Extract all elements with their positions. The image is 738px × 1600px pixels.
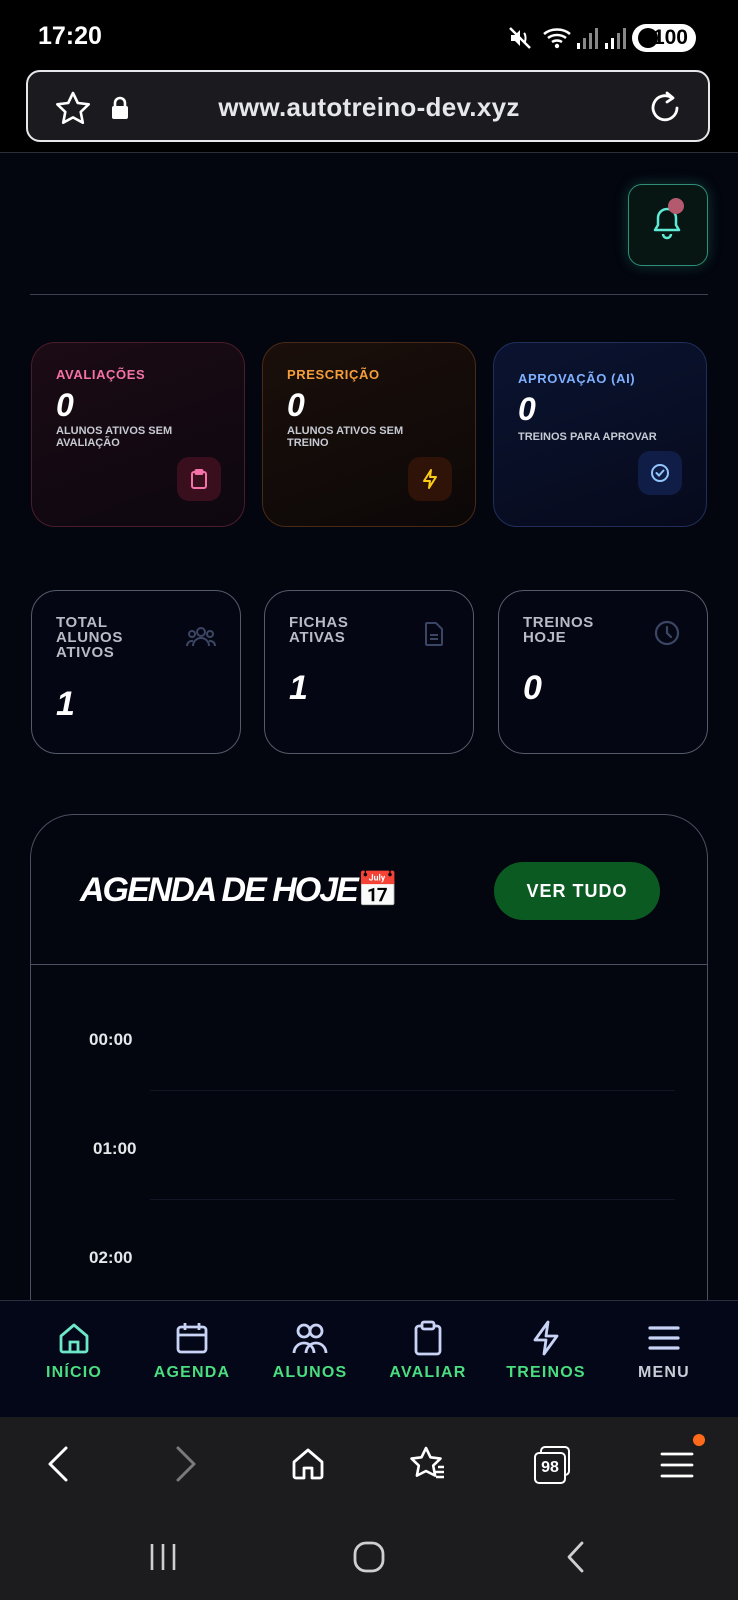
document-icon (423, 621, 445, 652)
tabs-count: 98 (534, 1452, 566, 1484)
stat-value: 1 (289, 669, 308, 707)
notification-badge (668, 198, 684, 214)
calendar-icon (176, 1323, 208, 1354)
card-value: 0 (518, 391, 536, 427)
back-icon[interactable] (44, 1444, 74, 1489)
clipboard-icon (414, 1320, 442, 1356)
back-system-icon[interactable] (564, 1540, 588, 1579)
stat-label: TOTAL ALUNOS ATIVOS (56, 614, 123, 661)
card-value: 0 (56, 387, 74, 423)
clock-icon (653, 619, 681, 652)
header-divider (30, 294, 708, 295)
browser-menu-icon[interactable] (660, 1448, 694, 1487)
users-icon (186, 625, 216, 654)
signal-icon (576, 26, 598, 55)
hour-divider (150, 1090, 675, 1091)
hour-divider (150, 1199, 675, 1200)
lightning-icon (408, 457, 452, 501)
nav-inicio[interactable]: INÍCIO (14, 1320, 134, 1382)
tabs-button[interactable]: 98 (534, 1444, 574, 1484)
nav-alunos[interactable]: ALUNOS (250, 1320, 370, 1382)
nav-menu[interactable]: MENU (604, 1320, 724, 1382)
card-subtitle: ALUNOS ATIVOS SEM TREINO (287, 425, 404, 449)
menu-notification-dot (693, 1434, 705, 1446)
status-bar (0, 0, 738, 70)
nav-agenda[interactable]: AGENDA (132, 1320, 252, 1382)
mute-icon (508, 26, 534, 55)
lightning-icon (533, 1320, 559, 1356)
card-label: APROVAÇÃO (AI) (518, 371, 636, 386)
card-subtitle: TREINOS PARA APROVAR (518, 431, 657, 443)
users-icon (292, 1323, 328, 1354)
card-prescricao[interactable]: PRESCRIÇÃO 0 ALUNOS ATIVOS SEM TREINO (262, 342, 476, 527)
agenda-title: AGENDA DE HOJE📅 (80, 871, 400, 909)
stat-label: TREINOS HOJE (523, 614, 594, 646)
battery-saver-icon (638, 28, 658, 48)
stat-fichas-ativas[interactable]: FICHAS ATIVAS 1 (264, 590, 474, 754)
reload-icon[interactable] (647, 88, 683, 131)
check-circle-icon (638, 451, 682, 495)
bookmarks-icon[interactable] (408, 1444, 448, 1489)
recents-icon[interactable] (148, 1542, 178, 1577)
wifi-icon (542, 26, 572, 55)
stat-value: 0 (523, 669, 542, 707)
stat-treinos-hoje[interactable]: TREINOS HOJE 0 (498, 590, 708, 754)
home-icon (59, 1323, 89, 1354)
signal-icon (604, 26, 626, 55)
nav-treinos[interactable]: TREINOS (486, 1320, 606, 1382)
home-icon[interactable] (290, 1446, 326, 1487)
clipboard-icon (177, 457, 221, 501)
url-text[interactable]: www.autotreino-dev.xyz (0, 92, 738, 123)
stat-value: 1 (56, 685, 75, 723)
forward-icon[interactable] (170, 1444, 200, 1489)
status-time: 17:20 (38, 22, 102, 50)
hour-label: 01:00 (93, 1139, 137, 1158)
hour-label: 02:00 (89, 1248, 133, 1267)
battery-indicator: 100 (632, 24, 696, 52)
agenda-divider (31, 964, 707, 965)
ver-tudo-button[interactable]: VER TUDO (494, 862, 660, 920)
card-value: 0 (287, 387, 305, 423)
stat-total-alunos[interactable]: TOTAL ALUNOS ATIVOS 1 (31, 590, 241, 754)
card-label: PRESCRIÇÃO (287, 367, 380, 382)
home-system-icon[interactable] (352, 1540, 386, 1579)
calendar-emoji-icon: 📅 (356, 871, 400, 909)
stat-label: FICHAS ATIVAS (289, 614, 349, 646)
hour-label: 00:00 (89, 1030, 133, 1049)
card-avaliacoes[interactable]: AVALIAÇÕES 0 ALUNOS ATIVOS SEM AVALIAÇÃO (31, 342, 245, 527)
card-aprovacao[interactable]: APROVAÇÃO (AI) 0 TREINOS PARA APROVAR (493, 342, 707, 527)
hamburger-icon (648, 1326, 680, 1350)
card-label: AVALIAÇÕES (56, 367, 146, 382)
card-subtitle: ALUNOS ATIVOS SEM AVALIAÇÃO (56, 425, 173, 449)
nav-avaliar[interactable]: AVALIAR (368, 1320, 488, 1382)
